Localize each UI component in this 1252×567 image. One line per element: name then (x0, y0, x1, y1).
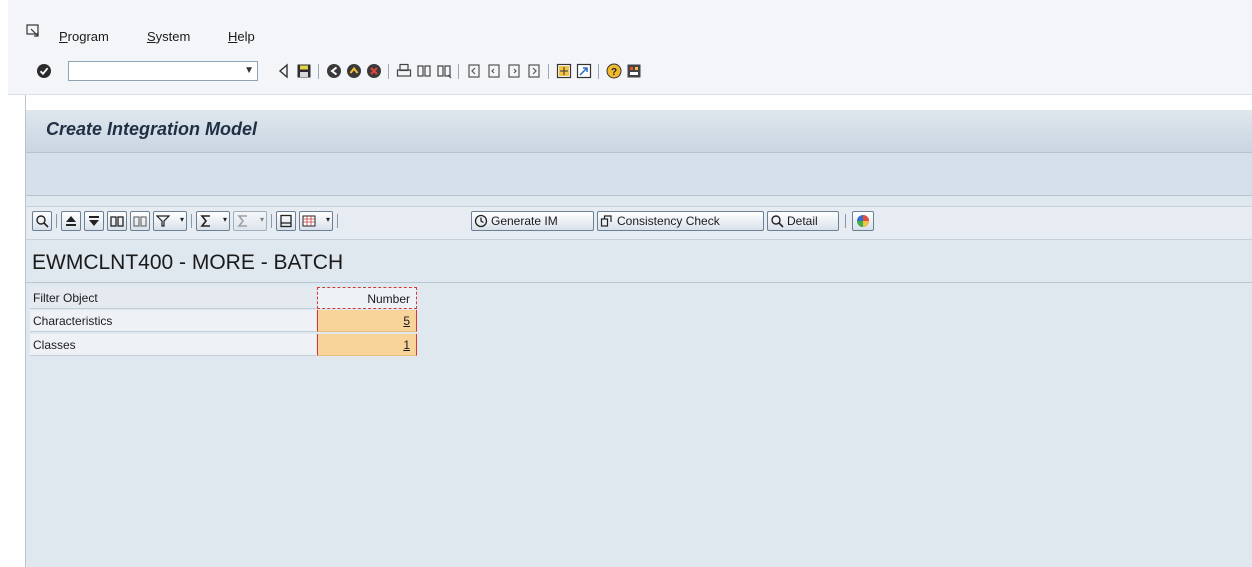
cancel-icon[interactable] (366, 63, 382, 79)
back-icon[interactable] (326, 63, 342, 79)
menu-program[interactable]: Program (59, 29, 109, 44)
toolbar-separator (845, 214, 846, 228)
find-next-icon[interactable] (436, 63, 452, 79)
find-button[interactable] (107, 211, 127, 231)
menu-bar (8, 0, 1252, 52)
sort-descending-button[interactable] (84, 211, 104, 231)
sigma-icon (200, 215, 210, 227)
subtotal-button[interactable]: ▾ (233, 211, 267, 231)
consistency-check-icon (600, 215, 612, 227)
next-page-icon[interactable] (506, 63, 522, 79)
sort-ascending-icon (66, 216, 76, 226)
toolbar-separator (388, 64, 389, 79)
magnifier-icon (36, 215, 49, 228)
detail-label: Detail (787, 214, 818, 228)
generate-im-button[interactable]: Generate IM (471, 211, 594, 231)
spreadsheet-icon (302, 215, 316, 227)
graphic-button[interactable] (852, 211, 874, 231)
binoculars-icon (110, 216, 124, 227)
application-toolbar-area (26, 153, 1252, 196)
first-page-icon[interactable] (466, 63, 482, 79)
new-session-icon[interactable] (556, 63, 572, 79)
execute-clock-icon (474, 214, 488, 228)
number-cell-link[interactable]: 1 (317, 334, 417, 356)
toolbar-separator (458, 64, 459, 79)
chevron-down-icon: ▾ (259, 215, 264, 224)
consistency-check-button[interactable]: Consistency Check (597, 211, 764, 231)
consistency-check-label: Consistency Check (617, 214, 720, 228)
toolbar-separator (271, 214, 272, 228)
chevron-down-icon[interactable]: ▼ (244, 65, 254, 76)
export-button[interactable]: ▾ (299, 211, 333, 231)
sort-descending-icon (89, 216, 99, 226)
color-wheel-icon (857, 215, 869, 227)
toolbar-separator (191, 214, 192, 228)
save-icon[interactable] (296, 63, 312, 79)
toolbar-separator (548, 64, 549, 79)
column-header-filter-object[interactable]: Filter Object (30, 287, 316, 309)
generate-im-label: Generate IM (491, 214, 558, 228)
number-value[interactable]: 5 (403, 314, 410, 328)
divider (26, 282, 1252, 283)
menu-system[interactable]: System (147, 29, 190, 44)
toolbar-separator (318, 64, 319, 79)
toolbar-separator (598, 64, 599, 79)
filter-object-cell: Characteristics (30, 310, 316, 332)
chevron-down-icon: ▾ (222, 215, 227, 224)
toolbar-separator (337, 214, 338, 228)
number-cell-link[interactable]: 5 (317, 310, 417, 332)
svg-text:?: ? (611, 67, 617, 78)
previous-page-icon[interactable] (486, 63, 502, 79)
menu-help[interactable]: Help (228, 29, 255, 44)
chevron-down-icon: ▾ (325, 215, 330, 224)
shortcut-icon[interactable] (576, 63, 592, 79)
chevron-down-icon: ▾ (179, 215, 184, 224)
layout-menu-icon[interactable] (626, 63, 642, 79)
title-bar: Create Integration Model (26, 110, 1252, 153)
print-icon[interactable] (396, 63, 412, 79)
binoculars-plus-icon (133, 216, 147, 227)
total-button[interactable]: ▾ (196, 211, 230, 231)
filter-button[interactable]: ▾ (153, 211, 187, 231)
detail-button[interactable]: Detail (767, 211, 839, 231)
page-title: Create Integration Model (46, 119, 258, 139)
command-field[interactable]: ▼ (68, 61, 258, 81)
print-preview-icon (280, 214, 292, 228)
back-triangle-icon[interactable] (276, 63, 292, 79)
left-frame-strip (8, 95, 26, 567)
find-icon[interactable] (416, 63, 432, 79)
last-page-icon[interactable] (526, 63, 542, 79)
number-value[interactable]: 1 (403, 338, 410, 352)
magnifier-icon (771, 215, 784, 228)
exit-icon[interactable] (346, 63, 362, 79)
menu-expand-icon[interactable] (26, 24, 40, 38)
toolbar-separator (56, 214, 57, 228)
print-preview-button[interactable] (276, 211, 296, 231)
enter-icon[interactable] (36, 63, 52, 79)
sort-ascending-button[interactable] (61, 211, 81, 231)
details-button[interactable] (32, 211, 52, 231)
filter-icon (156, 215, 170, 227)
filter-object-cell: Classes (30, 334, 316, 356)
column-header-number[interactable]: Number (317, 287, 417, 309)
subtotal-icon (237, 215, 247, 227)
help-icon[interactable]: ? (606, 63, 622, 79)
find-next-button[interactable] (130, 211, 150, 231)
list-heading: EWMCLNT400 - MORE - BATCH (32, 251, 344, 274)
